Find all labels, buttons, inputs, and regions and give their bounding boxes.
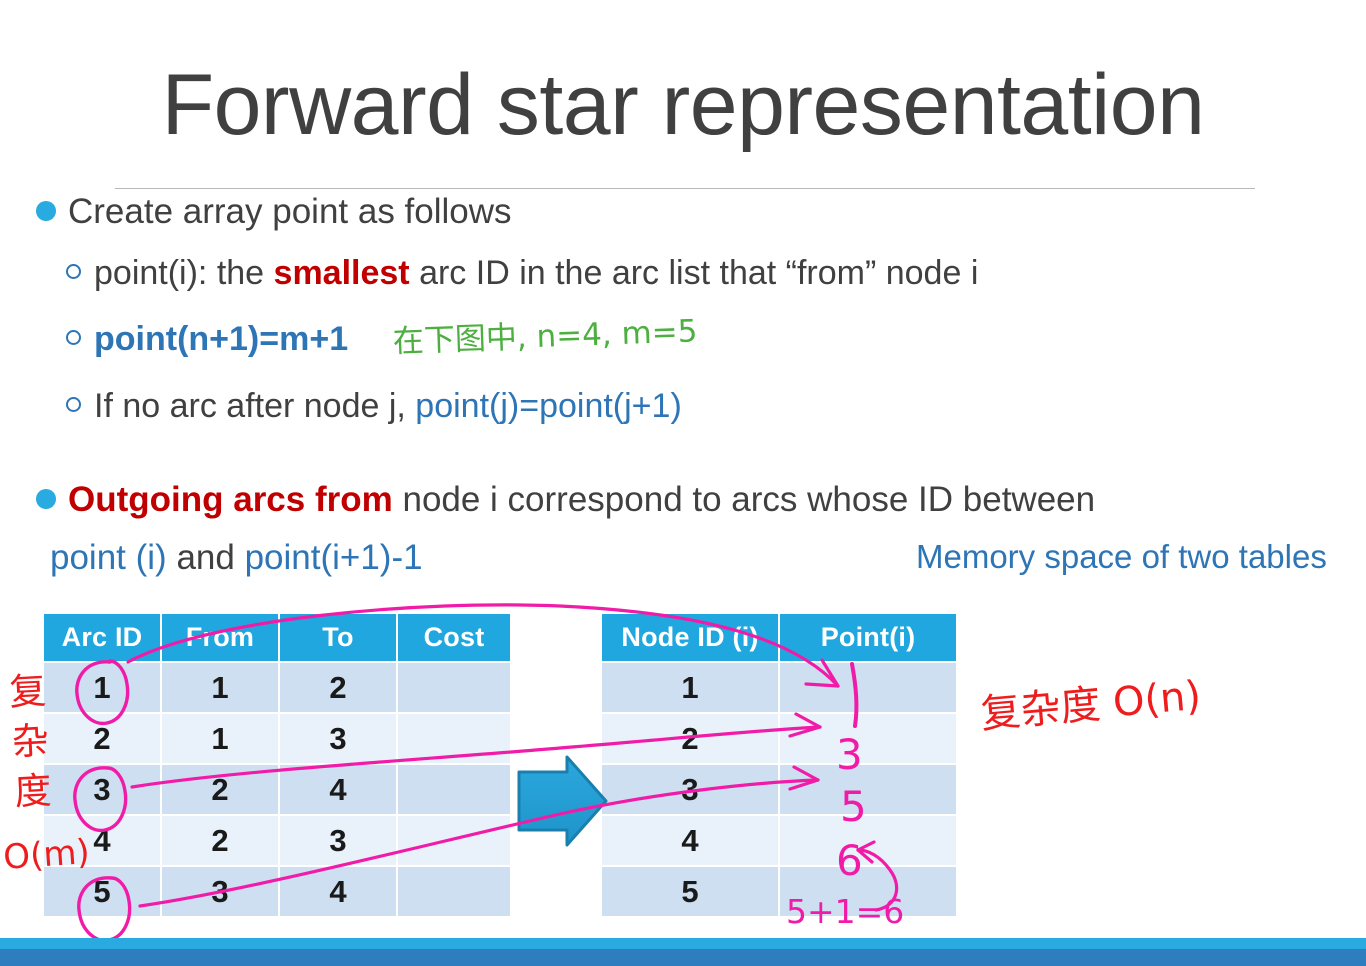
- cell-arc-id: 5: [44, 867, 160, 916]
- bullet-no-arc-after: If no arc after node j, point(j)=point(j…: [66, 389, 682, 423]
- arc-list-table: Arc ID From To Cost 1 1 2 2 1 3 3 2 4 4 …: [42, 612, 512, 918]
- point-range-end: point(i+1)-1: [244, 538, 423, 577]
- title-divider: [115, 188, 1255, 189]
- table-row: 2 1 3: [44, 714, 510, 763]
- table-row: 3 2 4: [44, 765, 510, 814]
- bullet-dot-icon: [36, 201, 56, 221]
- magenta-point-value-row2: 3: [836, 730, 863, 779]
- bullet-point-i-def: point(i): the smallest arc ID in the arc…: [66, 256, 978, 290]
- sub-bullet-ring-icon: [66, 397, 81, 412]
- green-handwriting-note: 在下图中, n=4, m=5: [392, 313, 699, 360]
- bullet-dot-icon: [36, 489, 56, 509]
- table-row: 1 1 2: [44, 663, 510, 712]
- magenta-point-value-row5: 5+1=6: [786, 892, 905, 931]
- bullet-create-array-label: Create array point as follows: [68, 192, 512, 231]
- sub-bullet-ring-icon: [66, 264, 81, 279]
- cell-arc-id: 3: [44, 765, 160, 814]
- magenta-point-value-row3: 5: [840, 782, 867, 831]
- outgoing-arcs-highlight: Outgoing arcs from: [68, 480, 393, 519]
- point-n-plus-1-label: point(n+1)=m+1: [94, 320, 349, 358]
- point-range-and: and: [166, 538, 245, 577]
- no-arc-after-formula: point(j)=point(j+1): [415, 387, 682, 425]
- memory-space-note-label: Memory space of two tables: [916, 538, 1327, 575]
- page-title: Forward star representation: [161, 57, 1205, 153]
- col-point-i: Point(i): [780, 614, 956, 661]
- cell-to: 4: [280, 867, 396, 916]
- cell-to: 4: [280, 765, 396, 814]
- col-to: To: [280, 614, 396, 661]
- memory-space-note: Memory space of two tables: [916, 540, 1327, 573]
- cell-cost: [398, 867, 510, 916]
- cell-cost: [398, 816, 510, 865]
- table-row: 3: [602, 765, 956, 814]
- bullet-create-array: Create array point as follows: [36, 194, 512, 229]
- col-from: From: [162, 614, 278, 661]
- cell-to: 3: [280, 714, 396, 763]
- cell-from: 3: [162, 867, 278, 916]
- cell-point-i: [780, 816, 956, 865]
- bullet-point-range: point (i) and point(i+1)-1: [50, 540, 423, 575]
- point-i-def-pre: point(i): the: [94, 254, 274, 292]
- table-row: 4 2 3: [44, 816, 510, 865]
- cell-to: 3: [280, 816, 396, 865]
- slide-canvas: Forward star representation Create array…: [0, 0, 1366, 966]
- cell-node-id: 2: [602, 714, 778, 763]
- table-row: 5 3 4: [44, 867, 510, 916]
- red-handwriting-on: 复杂度 O(n): [978, 672, 1203, 738]
- cell-from: 1: [162, 663, 278, 712]
- magenta-point-value-row4: 6: [836, 836, 863, 885]
- no-arc-after-pre: If no arc after node j,: [94, 387, 416, 425]
- footer-bar-light: [0, 938, 1366, 949]
- point-i-def-smallest: smallest: [273, 254, 410, 292]
- table-header-row: Arc ID From To Cost: [44, 614, 510, 661]
- table-row: 4: [602, 816, 956, 865]
- cell-cost: [398, 765, 510, 814]
- outgoing-arcs-rest: node i correspond to arcs whose ID betwe…: [392, 480, 1096, 519]
- cell-node-id: 3: [602, 765, 778, 814]
- cell-cost: [398, 663, 510, 712]
- cell-from: 1: [162, 714, 278, 763]
- table-row: 2: [602, 714, 956, 763]
- transform-arrow-icon: [517, 755, 608, 847]
- sub-bullet-ring-icon: [66, 330, 81, 345]
- cell-point-i: [780, 663, 956, 712]
- cell-node-id: 5: [602, 867, 778, 916]
- cell-arc-id: 2: [44, 714, 160, 763]
- bullet-point-n-plus-1: point(n+1)=m+1: [66, 322, 348, 356]
- bullet-outgoing-arcs: Outgoing arcs from node i correspond to …: [36, 482, 1095, 517]
- point-array-table: Node ID (i) Point(i) 1 2 3 4 5: [600, 612, 958, 918]
- point-i-def-post: arc ID in the arc list that “from” node …: [409, 254, 979, 292]
- cell-point-i: [780, 765, 956, 814]
- cell-cost: [398, 714, 510, 763]
- cell-node-id: 1: [602, 663, 778, 712]
- cell-from: 2: [162, 816, 278, 865]
- cell-from: 2: [162, 765, 278, 814]
- red-handwriting-om: O(m): [2, 831, 92, 878]
- col-cost: Cost: [398, 614, 510, 661]
- red-handwriting-complexity-vertical: 复杂度: [8, 669, 53, 814]
- point-range-start: point (i): [50, 538, 167, 577]
- cell-to: 2: [280, 663, 396, 712]
- table-row: 1: [602, 663, 956, 712]
- footer-bar-dark: [0, 949, 1366, 966]
- col-arc-id: Arc ID: [44, 614, 160, 661]
- cell-point-i: [780, 714, 956, 763]
- cell-arc-id: 1: [44, 663, 160, 712]
- cell-node-id: 4: [602, 816, 778, 865]
- table-header-row: Node ID (i) Point(i): [602, 614, 956, 661]
- col-node-id: Node ID (i): [602, 614, 778, 661]
